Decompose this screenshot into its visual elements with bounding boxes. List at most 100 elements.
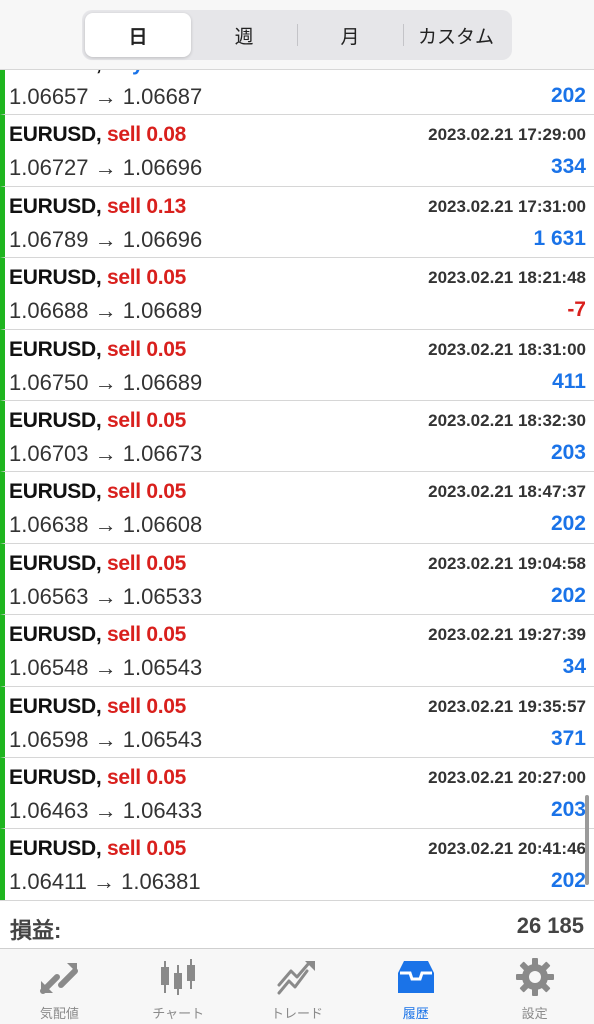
- trade-history-list[interactable]: EURUSD, buy 0.05 2023.02.21 17:15:22 1.0…: [0, 44, 594, 900]
- tab-bar: 気配値 チャート トレード 履歴 設定: [0, 948, 594, 1024]
- trade-prices: 1.06638 → 1.06608: [9, 512, 203, 538]
- trade-profit: 202: [550, 869, 586, 893]
- trade-profit: 202: [550, 84, 586, 107]
- trade-prices: 1.06657 → 1.06687: [9, 84, 203, 109]
- tab-quotes[interactable]: 気配値: [0, 949, 119, 1024]
- trade-title: EURUSD, sell 0.05: [9, 552, 186, 576]
- trade-title: EURUSD, sell 0.05: [9, 480, 186, 504]
- tab-quotes-label: 気配値: [39, 1006, 79, 1021]
- trade-title: EURUSD, sell 0.05: [9, 409, 186, 433]
- trade-symbol: EURUSD,: [9, 408, 102, 432]
- trade-direction: sell 0.05: [106, 765, 187, 789]
- trade-datetime: 2023.02.21 19:35:57: [428, 696, 586, 716]
- trade-row[interactable]: EURUSD, sell 0.05 2023.02.21 20:41:46 1.…: [0, 829, 594, 900]
- trade-symbol: EURUSD,: [9, 194, 102, 218]
- trade-profit: 334: [550, 155, 586, 179]
- trade-direction: sell 0.05: [106, 408, 187, 432]
- tab-chart-label: チャート: [152, 1006, 205, 1021]
- trade-row[interactable]: EURUSD, sell 0.05 2023.02.21 19:35:57 1.…: [0, 686, 594, 758]
- tab-settings[interactable]: 設定: [475, 949, 594, 1024]
- scrollbar[interactable]: [585, 795, 589, 885]
- trade-datetime: 2023.02.21 19:27:39: [428, 625, 586, 645]
- trade-datetime: 2023.02.21 18:47:37: [428, 482, 586, 502]
- trade-prices: 1.06548 → 1.06543: [9, 655, 203, 681]
- trade-direction: sell 0.05: [106, 623, 187, 647]
- segment-day[interactable]: 日: [85, 13, 191, 57]
- chart-icon: [161, 959, 196, 995]
- trade-prices: 1.06563 → 1.06533: [9, 583, 203, 609]
- segment-week[interactable]: 週: [191, 13, 297, 57]
- history-icon: [397, 961, 434, 993]
- trade-row[interactable]: EURUSD, sell 0.13 2023.02.21 17:31:00 1.…: [0, 186, 594, 259]
- trade-title: EURUSD, sell 0.05: [9, 837, 186, 861]
- trade-symbol: EURUSD,: [9, 623, 102, 647]
- trade-datetime: 2023.02.21 20:41:46: [428, 839, 586, 859]
- trade-direction: sell 0.05: [106, 480, 187, 504]
- trade-prices: 1.06598 → 1.06543: [9, 726, 203, 752]
- trade-title: EURUSD, sell 0.05: [9, 695, 186, 719]
- trade-profit: 371: [550, 726, 586, 750]
- profit-summary: 損益: 26 185: [0, 900, 594, 948]
- trade-row[interactable]: EURUSD, sell 0.05 2023.02.21 19:27:39 1.…: [0, 615, 594, 687]
- trade-row[interactable]: EURUSD, sell 0.05 2023.02.21 18:21:48 1.…: [0, 258, 594, 330]
- settings-icon: [515, 958, 554, 996]
- trade-direction: sell 0.05: [106, 837, 187, 861]
- tab-chart[interactable]: チャート: [119, 949, 238, 1024]
- trade-prices: 1.06750 → 1.06689: [9, 369, 203, 395]
- trade-symbol: EURUSD,: [9, 480, 102, 504]
- quotes-icon: [40, 963, 79, 994]
- segment-month[interactable]: 月: [297, 13, 403, 57]
- trade-row[interactable]: EURUSD, sell 0.05 2023.02.21 18:32:30 1.…: [0, 400, 594, 473]
- trade-title: EURUSD, sell 0.08: [9, 123, 186, 147]
- trade-prices: 1.06411 → 1.06381: [9, 869, 201, 895]
- trade-profit: 203: [550, 797, 586, 821]
- trade-direction: sell 0.05: [106, 694, 187, 718]
- segment-custom[interactable]: カスタム: [403, 13, 509, 57]
- trade-datetime: 2023.02.21 18:32:30: [428, 410, 586, 430]
- trade-icon: [277, 961, 315, 995]
- trade-symbol: EURUSD,: [9, 694, 102, 718]
- trade-profit: 202: [550, 512, 586, 536]
- trade-datetime: 2023.02.21 17:29:00: [428, 125, 586, 145]
- trade-datetime: 2023.02.21 19:04:58: [428, 553, 586, 573]
- trade-profit: 1 631: [533, 226, 586, 250]
- trade-row[interactable]: EURUSD, sell 0.05 2023.02.21 18:47:37 1.…: [0, 472, 594, 544]
- tab-trade[interactable]: トレード: [238, 949, 357, 1024]
- trade-title: EURUSD, sell 0.05: [9, 766, 186, 790]
- tab-trade-label: トレード: [270, 1006, 323, 1021]
- trade-symbol: EURUSD,: [9, 266, 102, 290]
- tab-history-label: 履歴: [402, 1006, 429, 1021]
- trade-prices: 1.06727 → 1.06696: [9, 155, 203, 181]
- trade-symbol: EURUSD,: [9, 837, 102, 861]
- trade-row[interactable]: EURUSD, sell 0.05 2023.02.21 20:27:00 1.…: [0, 757, 594, 830]
- tab-history[interactable]: 履歴: [356, 949, 475, 1024]
- trade-symbol: EURUSD,: [9, 765, 102, 789]
- trade-row[interactable]: EURUSD, sell 0.05 2023.02.21 19:04:58 1.…: [0, 543, 594, 616]
- trade-title: EURUSD, sell 0.13: [9, 195, 186, 219]
- trade-profit: 411: [552, 369, 586, 393]
- trade-profit: 202: [550, 583, 586, 607]
- trade-datetime: 2023.02.21 18:31:00: [428, 339, 586, 359]
- trade-title: EURUSD, sell 0.05: [9, 623, 186, 647]
- trade-symbol: EURUSD,: [9, 123, 102, 147]
- trade-direction: sell 0.08: [106, 123, 187, 147]
- trade-datetime: 2023.02.21 20:27:00: [428, 767, 586, 787]
- trade-direction: sell 0.13: [106, 194, 187, 218]
- trade-direction: sell 0.05: [106, 337, 187, 361]
- period-segmented-control: 日 週 月 カスタム: [82, 10, 512, 60]
- trade-datetime: 2023.02.21 18:21:48: [428, 268, 586, 288]
- trade-profit: 34: [562, 655, 586, 679]
- trade-symbol: EURUSD,: [9, 337, 102, 361]
- trade-prices: 1.06463 → 1.06433: [9, 797, 203, 823]
- trade-row[interactable]: EURUSD, sell 0.08 2023.02.21 17:29:00 1.…: [0, 115, 594, 187]
- trade-symbol: EURUSD,: [9, 551, 102, 575]
- header: 日 週 月 カスタム: [0, 0, 594, 70]
- trade-profit: 203: [550, 440, 586, 464]
- trade-prices: 1.06688 → 1.06689: [9, 298, 203, 324]
- summary-label: 損益:: [10, 918, 62, 943]
- trade-direction: sell 0.05: [106, 266, 187, 290]
- summary-value: 26 185: [516, 913, 584, 938]
- trade-row[interactable]: EURUSD, sell 0.05 2023.02.21 18:31:00 1.…: [0, 329, 594, 401]
- tab-settings-label: 設定: [521, 1006, 548, 1021]
- trade-prices: 1.06703 → 1.06673: [9, 440, 203, 466]
